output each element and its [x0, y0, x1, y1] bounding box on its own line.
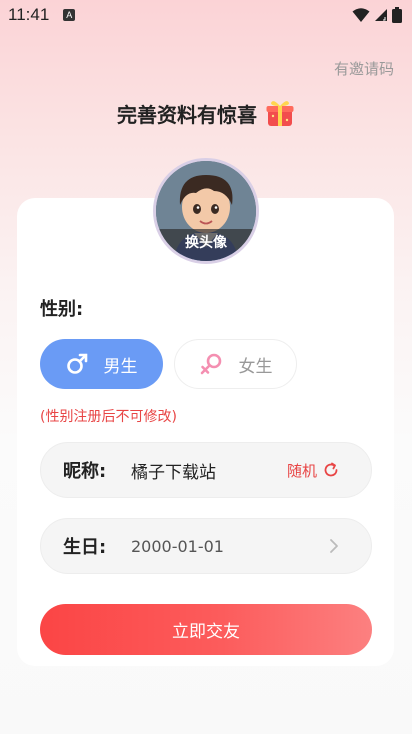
gender-female-label: 女生 — [238, 356, 273, 377]
female-icon — [200, 353, 221, 375]
random-label: 随机 — [286, 461, 317, 480]
nickname-field[interactable]: 昵称: 橘子下载站 随机 — [40, 442, 372, 498]
nickname-input[interactable]: 橘子下载站 — [131, 458, 216, 483]
notification-badge: A — [63, 9, 76, 21]
change-avatar-label[interactable]: 换头像 — [156, 229, 256, 261]
refresh-icon — [324, 462, 338, 477]
status-bar: 11:41 A — [0, 0, 412, 30]
chevron-right-icon — [330, 539, 338, 553]
nickname-label: 昵称: — [63, 461, 107, 482]
gender-male-button[interactable]: 男生 — [40, 339, 163, 389]
wifi-icon — [352, 8, 370, 22]
gender-note: (性别注册后不可修改) — [40, 409, 177, 425]
page-title-row: 完善资料有惊喜 — [0, 98, 412, 128]
profile-card — [17, 198, 394, 666]
gender-label: 性别: — [40, 299, 84, 320]
male-icon — [66, 353, 87, 374]
random-nickname-button[interactable]: 随机 — [287, 460, 339, 481]
signal-icon — [375, 9, 387, 21]
invite-code-link[interactable]: 有邀请码 — [334, 58, 394, 79]
status-icons — [352, 7, 402, 23]
birthday-value[interactable]: 2000-01-01 — [131, 537, 224, 556]
gender-male-label: 男生 — [103, 356, 138, 377]
battery-icon — [392, 7, 402, 23]
page-title: 完善资料有惊喜 — [117, 102, 257, 127]
submit-button[interactable]: 立即交友 — [40, 604, 372, 655]
gender-female-button[interactable]: 女生 — [174, 339, 297, 389]
avatar[interactable]: 换头像 — [153, 158, 259, 264]
status-time: 11:41 — [8, 5, 50, 24]
birthday-field[interactable]: 生日: 2000-01-01 — [40, 518, 372, 574]
birthday-label: 生日: — [63, 537, 107, 558]
gift-icon — [266, 101, 294, 126]
